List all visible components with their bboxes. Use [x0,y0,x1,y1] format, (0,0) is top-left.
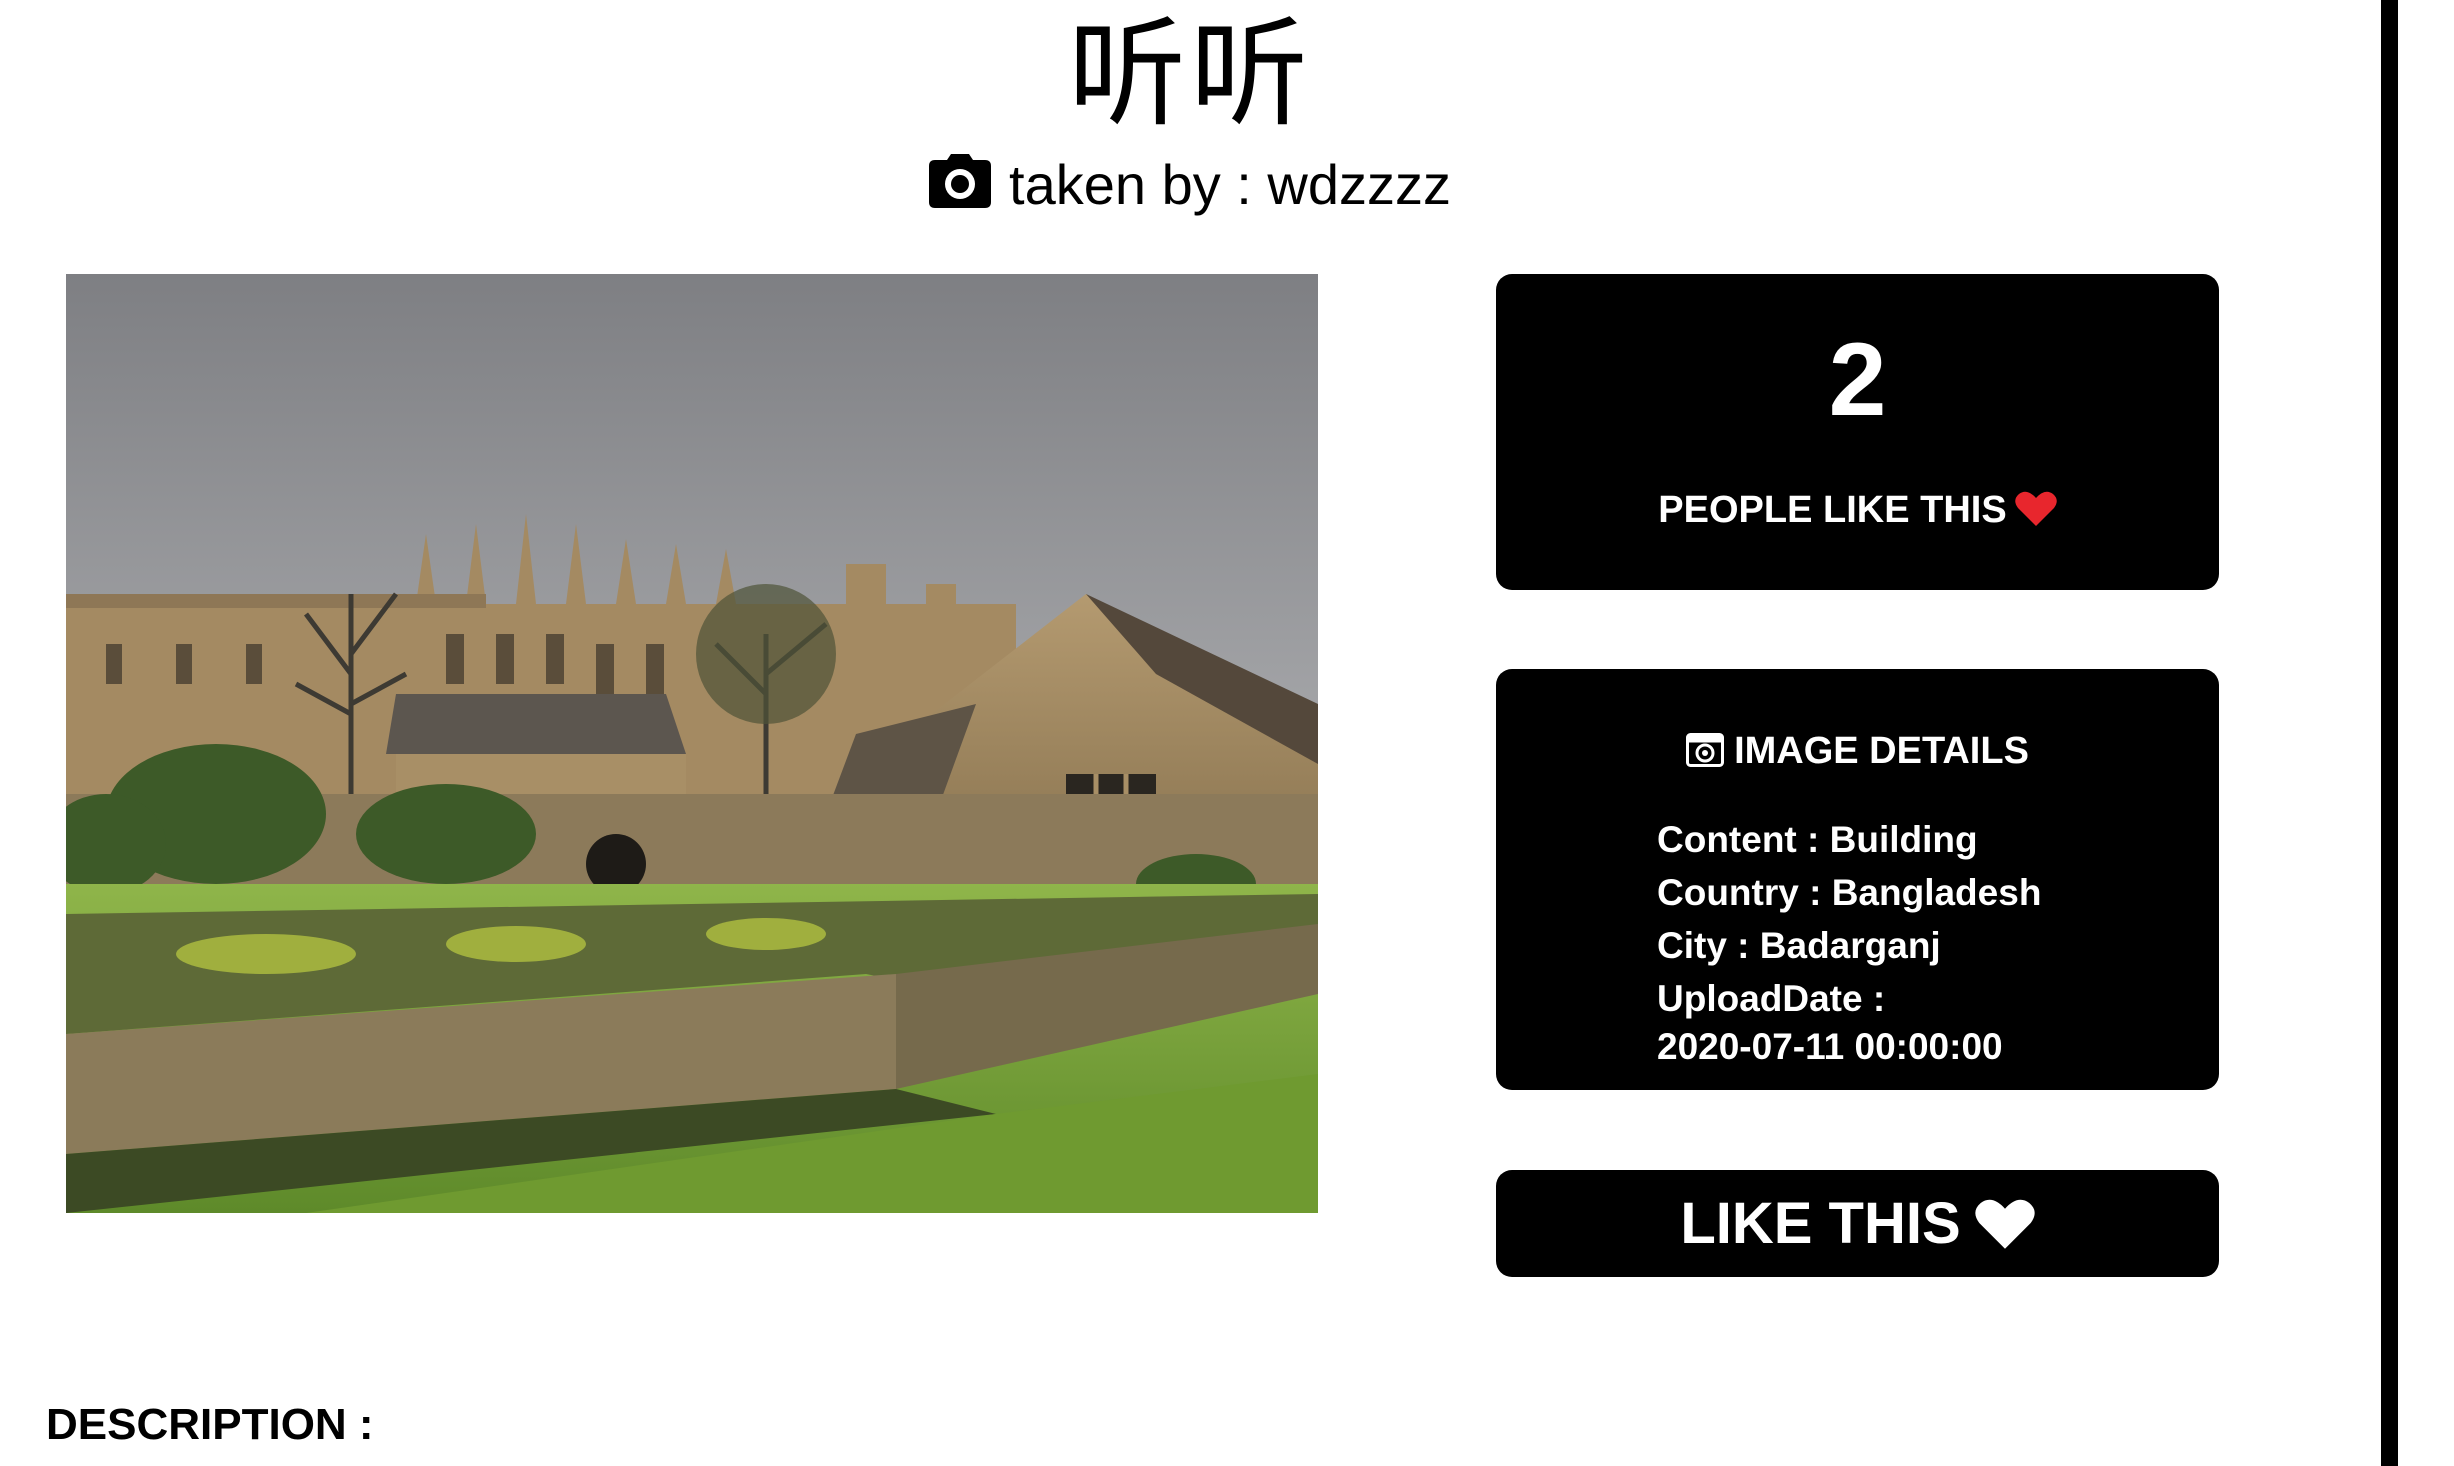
byline-text: taken by : wdzzzz [1009,153,1451,216]
right-border [2381,0,2398,1466]
image-details-heading: IMAGE DETAILS [1496,727,2219,775]
likes-label: PEOPLE LIKE THIS [1658,489,2007,531]
image-icon [1686,731,1725,767]
detail-content: Content : Building [1657,819,1978,860]
description-label: DESCRIPTION : [46,1400,374,1449]
like-this-button[interactable]: LIKE THIS [1496,1170,2219,1277]
photographer-byline: taken by : wdzzzz [0,150,2380,220]
likes-label-row: PEOPLE LIKE THIS [1496,486,2219,534]
detail-upload-label: UploadDate : [1657,978,1886,1019]
image-details-list: Content : Building Country : Bangladesh … [1657,813,2041,1069]
heart-icon [1975,1176,2035,1249]
main-photo [66,274,1318,1213]
page-title: 听听 [1067,5,1312,143]
heart-icon [2014,490,2057,526]
like-button-label: LIKE THIS [1680,1191,1961,1256]
detail-country: Country : Bangladesh [1657,872,2042,913]
camera-icon [929,154,992,208]
image-details-card: IMAGE DETAILS Content : Building Country… [1496,669,2219,1090]
image-details-title: IMAGE DETAILS [1734,730,2029,772]
likes-count: 2 [1828,322,1887,438]
detail-city: City : Badarganj [1657,925,1941,966]
likes-card: 2 PEOPLE LIKE THIS [1496,274,2219,590]
detail-upload-value: 2020-07-11 00:00:00 [1657,1026,2003,1067]
